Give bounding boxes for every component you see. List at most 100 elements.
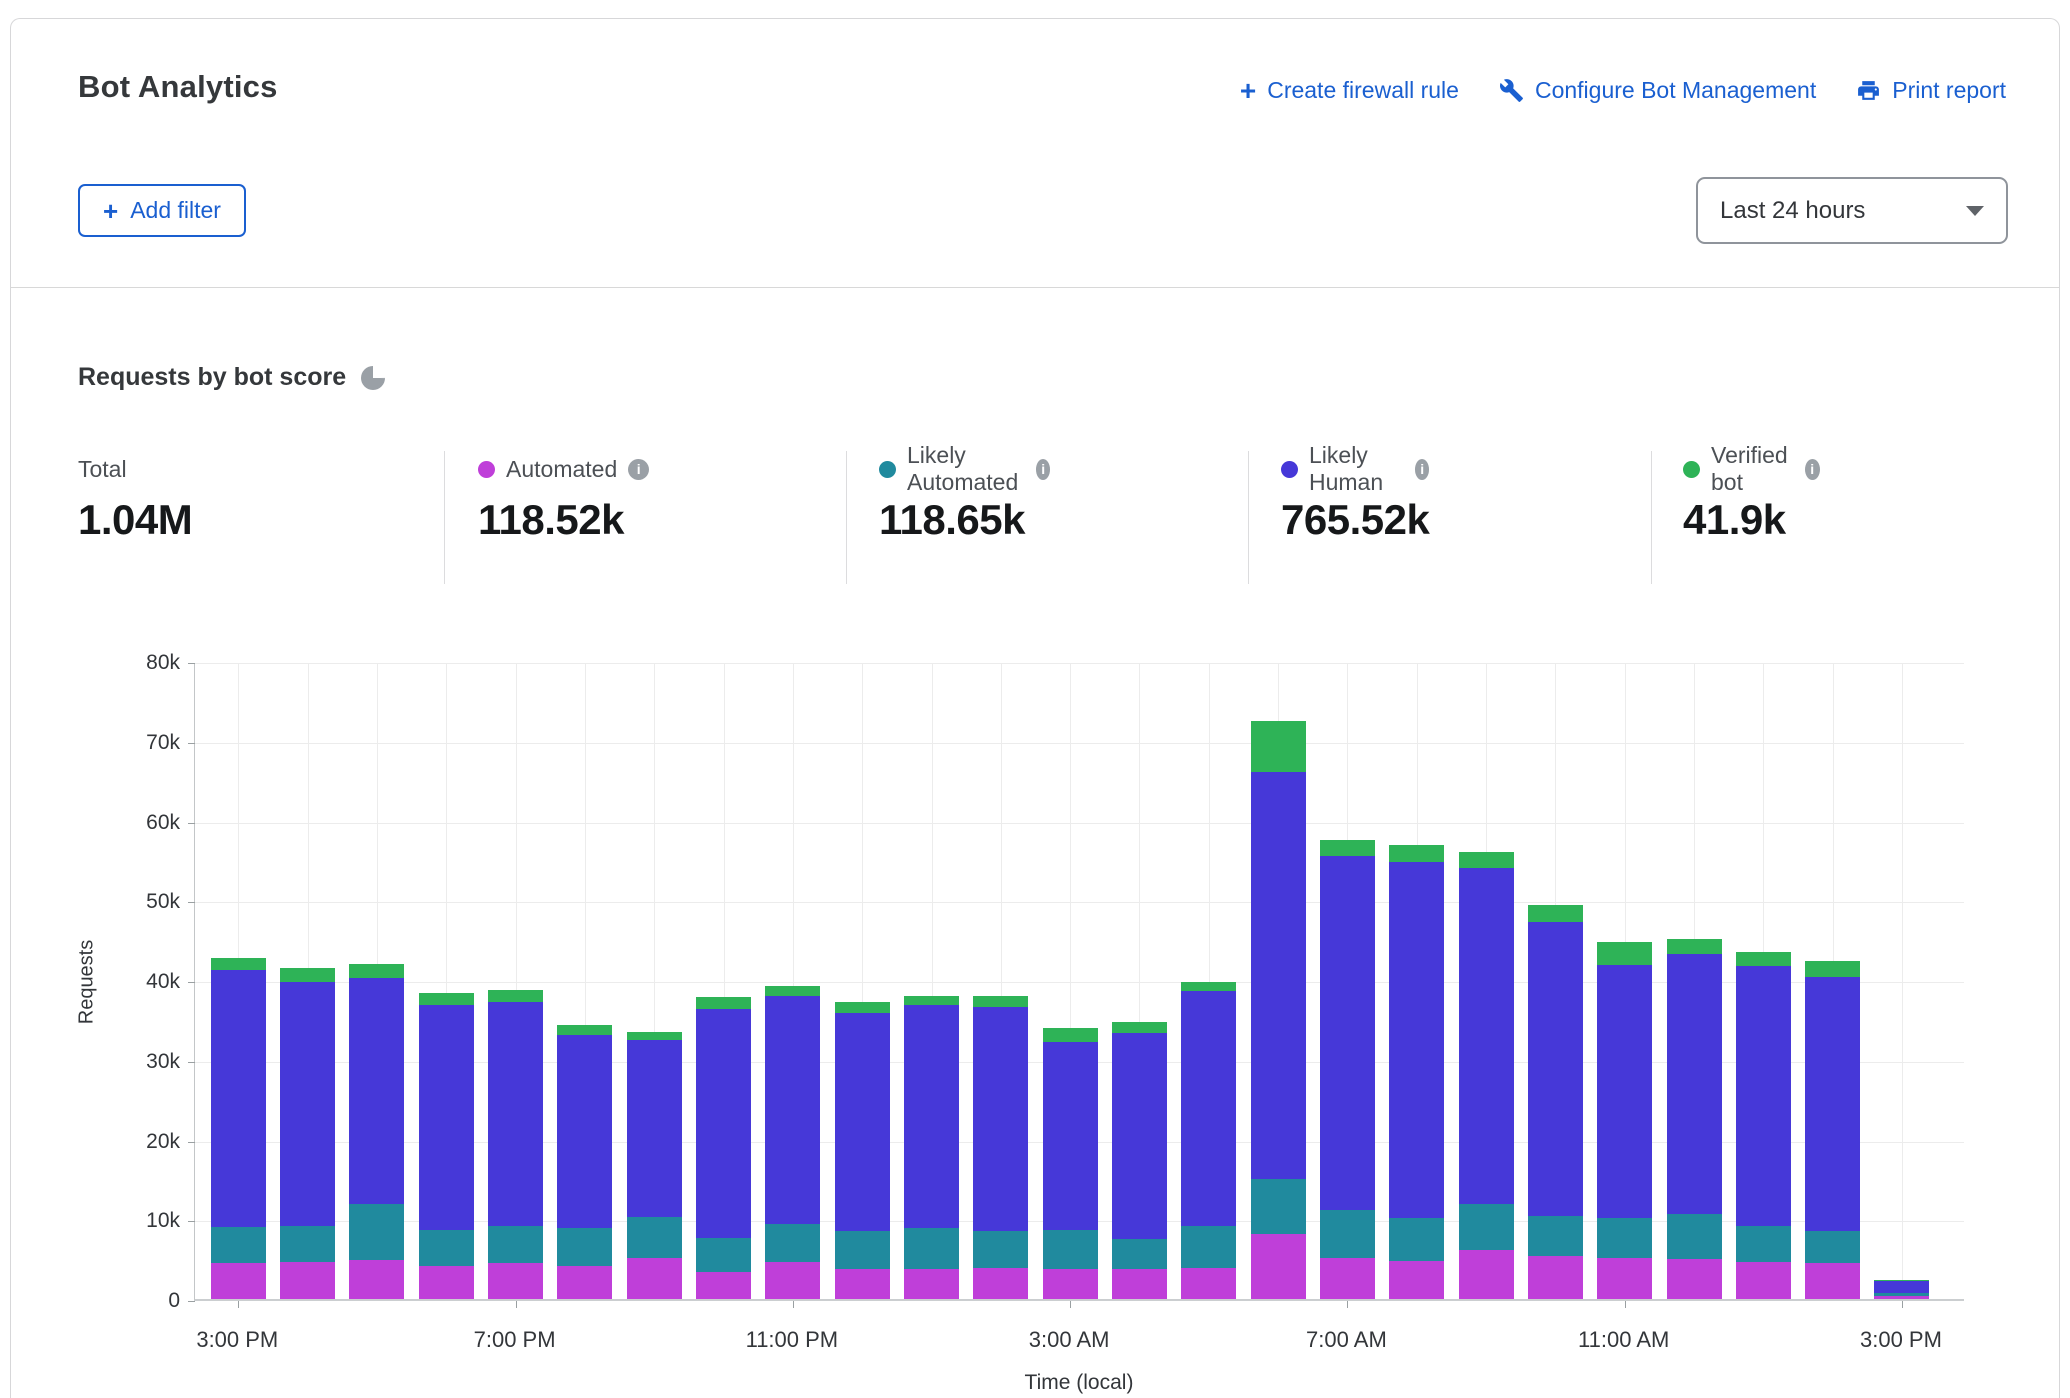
bar-10-00-pm[interactable] — [696, 997, 751, 1299]
bar-segment-likely-automated[interactable] — [1043, 1230, 1098, 1269]
bar-9-00-pm[interactable] — [627, 1032, 682, 1299]
bar-3-00-pm[interactable] — [211, 958, 266, 1299]
bar-segment-automated[interactable] — [1043, 1269, 1098, 1299]
bar-6-00-pm[interactable] — [419, 993, 474, 1299]
bar-segment-automated[interactable] — [419, 1266, 474, 1299]
bar-4-00-pm[interactable] — [280, 968, 335, 1299]
bar-segment-automated[interactable] — [1528, 1256, 1583, 1299]
bar-11-00-pm[interactable] — [765, 986, 820, 1299]
bar-segment-verified-bot[interactable] — [904, 996, 959, 1005]
bar-segment-automated[interactable] — [1736, 1262, 1791, 1299]
bar-segment-likely-human[interactable] — [1736, 966, 1791, 1227]
bar-5-00-am[interactable] — [1181, 982, 1236, 1299]
bar-3-00-am[interactable] — [1043, 1028, 1098, 1299]
bar-segment-likely-automated[interactable] — [765, 1224, 820, 1261]
bar-segment-likely-human[interactable] — [1805, 977, 1860, 1231]
bar-segment-verified-bot[interactable] — [419, 993, 474, 1005]
bar-segment-automated[interactable] — [904, 1269, 959, 1299]
bar-segment-likely-human[interactable] — [696, 1009, 751, 1239]
bar-3-00-pm[interactable] — [1874, 1280, 1929, 1299]
bar-segment-verified-bot[interactable] — [1597, 942, 1652, 965]
bar-segment-automated[interactable] — [1320, 1258, 1375, 1299]
bar-segment-automated[interactable] — [280, 1262, 335, 1299]
bar-9-00-am[interactable] — [1459, 852, 1514, 1299]
bar-segment-likely-human[interactable] — [835, 1013, 890, 1232]
info-icon[interactable]: i — [628, 459, 649, 480]
bar-segment-automated[interactable] — [1112, 1269, 1167, 1299]
bar-8-00-am[interactable] — [1389, 845, 1444, 1299]
bar-segment-verified-bot[interactable] — [1459, 852, 1514, 868]
bar-12-00-am[interactable] — [835, 1002, 890, 1299]
create-firewall-rule-link[interactable]: + Create firewall rule — [1240, 77, 1459, 104]
info-icon[interactable]: i — [1805, 459, 1820, 480]
bar-segment-verified-bot[interactable] — [1043, 1028, 1098, 1042]
bar-segment-automated[interactable] — [557, 1266, 612, 1299]
bar-segment-likely-automated[interactable] — [1181, 1226, 1236, 1267]
print-report-link[interactable]: Print report — [1856, 77, 2006, 104]
bar-segment-automated[interactable] — [1181, 1268, 1236, 1299]
bar-segment-verified-bot[interactable] — [557, 1025, 612, 1035]
bar-segment-automated[interactable] — [1459, 1250, 1514, 1299]
bar-segment-verified-bot[interactable] — [349, 964, 404, 978]
bar-segment-likely-automated[interactable] — [1667, 1214, 1722, 1259]
bar-segment-likely-automated[interactable] — [557, 1228, 612, 1266]
bar-segment-likely-automated[interactable] — [419, 1230, 474, 1266]
bar-segment-likely-automated[interactable] — [835, 1231, 890, 1268]
bar-segment-verified-bot[interactable] — [765, 986, 820, 996]
bar-segment-automated[interactable] — [1389, 1261, 1444, 1299]
bar-segment-automated[interactable] — [1597, 1258, 1652, 1299]
bar-segment-automated[interactable] — [1667, 1259, 1722, 1299]
bar-segment-likely-human[interactable] — [211, 970, 266, 1227]
bar-segment-likely-automated[interactable] — [973, 1231, 1028, 1268]
bar-segment-verified-bot[interactable] — [1251, 721, 1306, 772]
bar-segment-likely-human[interactable] — [1043, 1042, 1098, 1229]
bar-segment-likely-human[interactable] — [1251, 772, 1306, 1180]
bar-segment-automated[interactable] — [696, 1272, 751, 1299]
bar-segment-automated[interactable] — [349, 1260, 404, 1299]
bar-segment-likely-human[interactable] — [488, 1002, 543, 1226]
add-filter-button[interactable]: + Add filter — [78, 184, 246, 237]
bar-segment-likely-automated[interactable] — [349, 1204, 404, 1260]
bar-segment-likely-automated[interactable] — [1528, 1216, 1583, 1256]
bar-segment-automated[interactable] — [211, 1263, 266, 1299]
bar-segment-likely-human[interactable] — [419, 1005, 474, 1230]
bar-segment-likely-automated[interactable] — [1112, 1239, 1167, 1269]
bar-4-00-am[interactable] — [1112, 1022, 1167, 1300]
bar-segment-verified-bot[interactable] — [211, 958, 266, 971]
bar-segment-likely-human[interactable] — [1528, 922, 1583, 1216]
bar-segment-likely-human[interactable] — [280, 982, 335, 1227]
bar-segment-verified-bot[interactable] — [835, 1002, 890, 1013]
bar-segment-automated[interactable] — [488, 1263, 543, 1299]
configure-bot-management-link[interactable]: Configure Bot Management — [1499, 77, 1816, 104]
bar-segment-likely-automated[interactable] — [211, 1227, 266, 1263]
bar-segment-automated[interactable] — [1874, 1296, 1929, 1299]
bar-segment-likely-human[interactable] — [904, 1005, 959, 1228]
bar-5-00-pm[interactable] — [349, 964, 404, 1299]
bar-segment-automated[interactable] — [973, 1268, 1028, 1299]
bar-1-00-am[interactable] — [904, 996, 959, 1299]
bar-segment-likely-human[interactable] — [1667, 954, 1722, 1214]
bar-segment-likely-automated[interactable] — [1251, 1179, 1306, 1233]
bar-segment-verified-bot[interactable] — [1181, 982, 1236, 991]
bar-segment-likely-automated[interactable] — [1805, 1231, 1860, 1263]
bar-segment-verified-bot[interactable] — [1320, 840, 1375, 856]
bar-1-00-pm[interactable] — [1736, 952, 1791, 1299]
time-range-select[interactable]: Last 24 hours — [1696, 177, 2008, 244]
bar-segment-likely-human[interactable] — [349, 978, 404, 1204]
bar-segment-likely-human[interactable] — [557, 1035, 612, 1228]
bar-7-00-am[interactable] — [1320, 840, 1375, 1299]
bar-segment-automated[interactable] — [627, 1258, 682, 1299]
bar-segment-likely-automated[interactable] — [488, 1226, 543, 1263]
bar-segment-likely-human[interactable] — [973, 1007, 1028, 1231]
bar-segment-likely-human[interactable] — [627, 1040, 682, 1217]
bar-segment-verified-bot[interactable] — [1805, 961, 1860, 977]
info-icon[interactable]: i — [1036, 459, 1050, 480]
bar-segment-likely-automated[interactable] — [1736, 1226, 1791, 1261]
bar-segment-likely-automated[interactable] — [280, 1226, 335, 1262]
bar-segment-likely-human[interactable] — [1320, 856, 1375, 1209]
bar-segment-likely-automated[interactable] — [1389, 1218, 1444, 1260]
bar-segment-automated[interactable] — [1805, 1263, 1860, 1299]
bar-10-00-am[interactable] — [1528, 905, 1583, 1299]
bar-segment-verified-bot[interactable] — [1112, 1022, 1167, 1033]
bar-2-00-am[interactable] — [973, 996, 1028, 1299]
